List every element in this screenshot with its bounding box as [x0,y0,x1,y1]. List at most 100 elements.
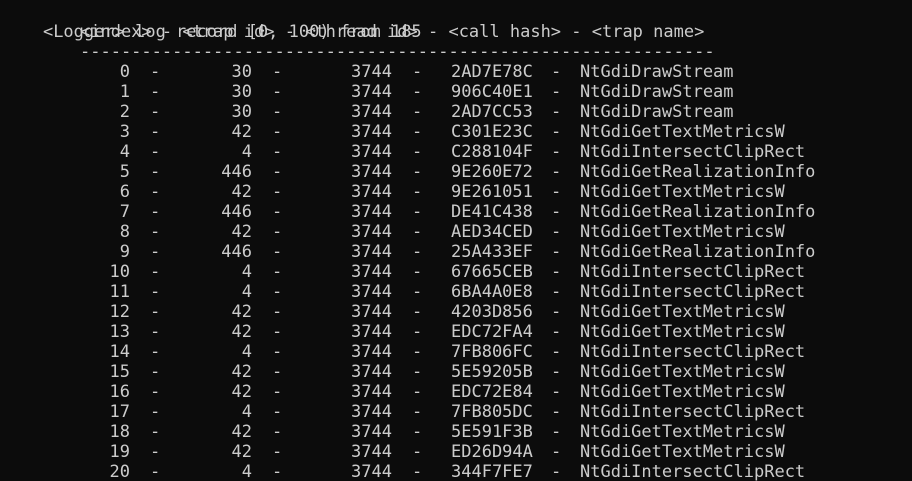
log-row: 0-30-3744-2AD7E78C - NtGdiDrawStream [0,62,912,82]
row-index: 5 [119,162,130,182]
row-dash: - [272,162,283,182]
row-thread-id: 3744 [351,122,392,142]
row-dash: - [150,82,161,102]
row-dash: - [412,422,423,442]
row-dash: - [272,302,283,322]
row-dash: - [551,382,562,402]
row-trap-name: NtGdiDrawStream [580,102,734,122]
row-thread-id: 3744 [351,82,392,102]
row-dash: - [412,402,423,422]
row-call-hash: 4203D856 [451,302,533,322]
row-trap-name: NtGdiGetTextMetricsW [580,362,785,382]
row-dash: - [551,62,562,82]
column-header: <index> - <trap id> - <thread id> - <cal… [80,22,705,42]
row-dash: - [272,262,283,282]
row-call-hash: 7FB805DC [451,402,533,422]
row-dash: - [412,282,423,302]
row-dash: - [412,162,423,182]
row-trap-id: 446 [221,202,252,222]
log-row: 19-42-3744- ED26D94A - NtGdiGetTextMetricsW [0,442,912,462]
row-call-hash: 5E591F3B [451,422,533,442]
log-row: 18-42-3744-5E591F3B - NtGdiGetTextMetricsW [0,422,912,442]
row-thread-id: 3744 [351,462,392,481]
row-dash: - [272,342,283,362]
row-trap-id: 4 [241,342,252,362]
row-index: 1 [119,82,130,102]
row-trap-id: 4 [241,142,252,162]
row-index: 10 [109,262,130,282]
row-call-hash: 67665CEB [451,262,533,282]
row-call-hash: 7FB806FC [451,342,533,362]
row-thread-id: 3744 [351,342,392,362]
log-row: 16-42-3744- EDC72E84- NtGdiGetTextMetricsW [0,382,912,402]
row-dash: - [150,222,161,242]
row-index: 8 [119,222,130,242]
row-dash: - [551,102,562,122]
row-thread-id: 3744 [351,282,392,302]
row-dash: - [551,202,562,222]
log-row: 12-42-3744-4203D856- NtGdiGetTextMetricsW [0,302,912,322]
row-dash: - [272,222,283,242]
row-trap-id: 42 [231,302,252,322]
row-trap-name: NtGdiGetTextMetricsW [580,382,785,402]
log-row: 9-446-3744-25A433EF - NtGdiGetRealizationI… [0,242,912,262]
row-dash: - [551,322,562,342]
row-index: 0 [119,62,130,82]
log-row: 13-42-3744- EDC72FA4- NtGdiGetTextMetricsW [0,322,912,342]
row-trap-id: 42 [231,382,252,402]
row-index: 18 [109,422,130,442]
row-index: 3 [119,122,130,142]
row-trap-name: NtGdiDrawStream [580,62,734,82]
row-dash: - [412,182,423,202]
log-row: 7-446-3744- DE41C438- NtGdiGetRealizationI… [0,202,912,222]
header-separator: ----------------------------------------… [80,42,715,62]
console-window[interactable]: <Logger> log record [0, 100) from 185 <i… [0,0,912,481]
row-index: 15 [109,362,130,382]
row-dash: - [272,242,283,262]
row-dash: - [412,322,423,342]
row-dash: - [150,442,161,462]
row-trap-id: 42 [231,122,252,142]
row-call-hash: C288104F [451,142,533,162]
row-trap-id: 446 [221,162,252,182]
row-index: 9 [119,242,130,262]
row-dash: - [412,122,423,142]
row-trap-name: NtGdiGetTextMetricsW [580,182,785,202]
row-thread-id: 3744 [351,142,392,162]
row-dash: - [272,442,283,462]
row-dash: - [150,162,161,182]
log-row: 6-42-3744-9E261051- NtGdiGetTextMetricsW [0,182,912,202]
row-index: 20 [109,462,130,481]
log-row: 14-4-3744-7FB806FC - NtGdiIntersectClipRec… [0,342,912,362]
row-thread-id: 3744 [351,322,392,342]
row-dash: - [150,342,161,362]
row-dash: - [551,362,562,382]
row-dash: - [150,182,161,202]
row-call-hash: EDC72E84 [451,382,533,402]
row-index: 13 [109,322,130,342]
log-row: 10-4-3744-67665CEB - NtGdiIntersectClipRec… [0,262,912,282]
row-trap-id: 446 [221,242,252,262]
log-row: 5-446-3744-9E260E72- NtGdiGetRealizationI… [0,162,912,182]
row-dash: - [272,362,283,382]
row-dash: - [272,62,283,82]
row-dash: - [551,422,562,442]
row-trap-name: NtGdiGetRealizationInfo [580,162,816,182]
row-thread-id: 3744 [351,262,392,282]
command-line: <Logger> log record [0, 100) from 185 [2,2,422,42]
row-trap-id: 42 [231,222,252,242]
row-dash: - [412,222,423,242]
row-dash: - [150,302,161,322]
row-dash: - [150,242,161,262]
row-trap-name: NtGdiGetRealizationInfo [580,202,816,222]
row-dash: - [272,82,283,102]
row-dash: - [551,342,562,362]
row-dash: - [412,62,423,82]
row-dash: - [272,142,283,162]
log-row: 3-42-3744- C301E23C - NtGdiGetTextMetricsW [0,122,912,142]
row-dash: - [150,122,161,142]
log-row: 2-30-3744-2AD7CC53- NtGdiDrawStream [0,102,912,122]
row-dash: - [551,222,562,242]
row-call-hash: ED26D94A [451,442,533,462]
row-trap-name: NtGdiGetRealizationInfo [580,242,816,262]
